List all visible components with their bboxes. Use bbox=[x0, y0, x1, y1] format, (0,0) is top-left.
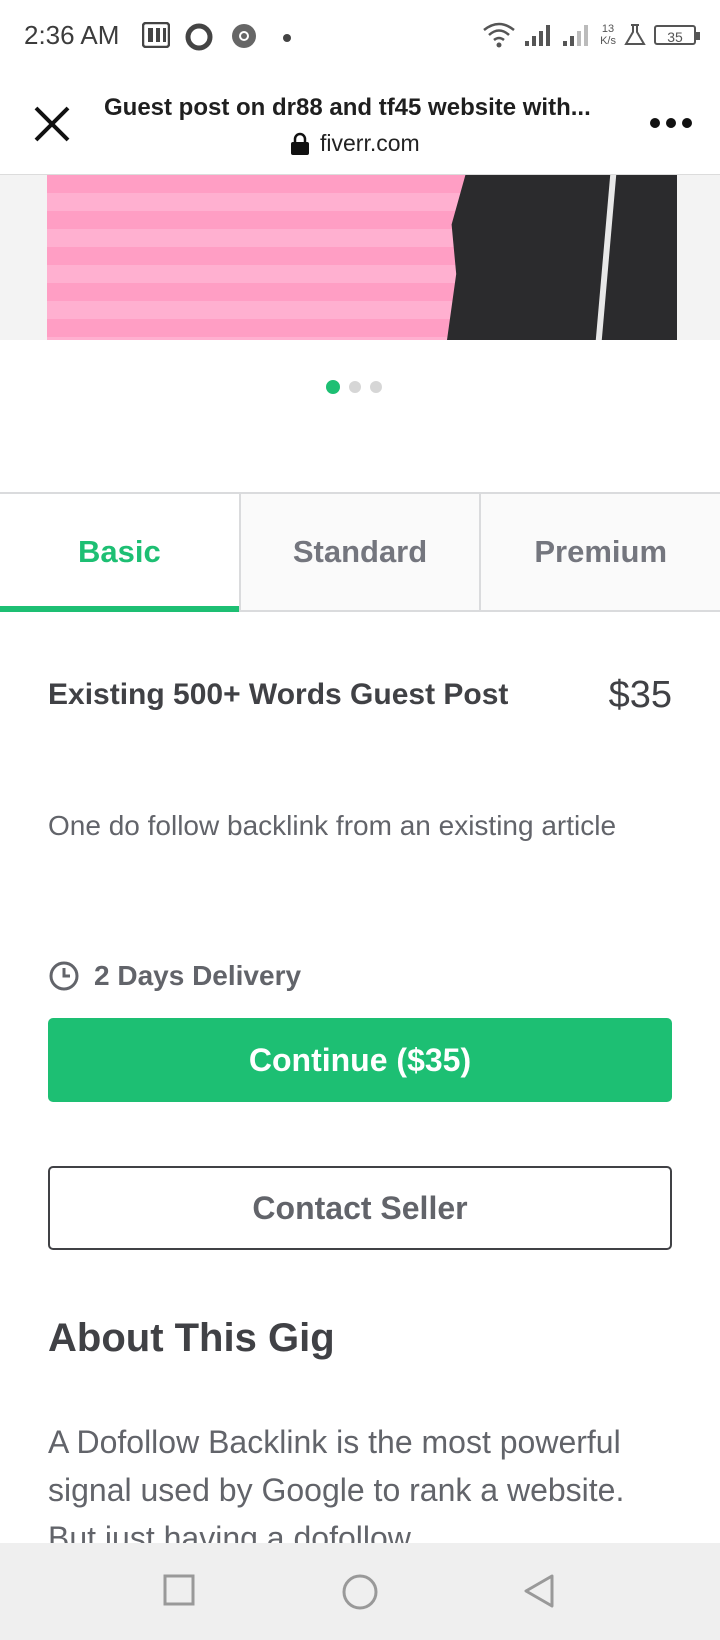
system-nav-bar bbox=[0, 1543, 720, 1640]
gallery-dot-active[interactable] bbox=[326, 380, 340, 394]
delivery-text: 2 Days Delivery bbox=[94, 960, 302, 991]
package-description: One do follow backlink from an existing … bbox=[48, 810, 617, 841]
url-text: fiverr.com bbox=[320, 130, 420, 156]
delivery-info: 2 Days Delivery bbox=[48, 960, 301, 992]
battery-icon: 35 bbox=[654, 25, 700, 45]
tab-basic[interactable]: Basic bbox=[0, 494, 239, 612]
package-tabs: Basic Standard Premium bbox=[0, 492, 720, 612]
status-right: 13 K/s 35 bbox=[482, 18, 700, 52]
package-price: $35 bbox=[608, 674, 672, 716]
network-speed: 13 K/s bbox=[600, 23, 616, 47]
speed-value: 13 bbox=[601, 23, 615, 35]
back-icon[interactable] bbox=[522, 1573, 556, 1609]
sync-icon bbox=[185, 23, 213, 51]
page-title: Guest post on dr88 and tf45 website with… bbox=[104, 94, 591, 121]
home-icon[interactable] bbox=[341, 1573, 379, 1611]
dot-icon bbox=[283, 34, 291, 42]
clock-icon bbox=[49, 961, 79, 991]
pi-icon bbox=[142, 22, 170, 48]
status-bar: 2:36 AM 13 K/s 35 bbox=[0, 0, 720, 76]
contact-seller-button[interactable]: Contact Seller bbox=[48, 1166, 672, 1250]
status-time: 2:36 AM bbox=[24, 20, 120, 50]
more-menu-icon[interactable] bbox=[650, 118, 692, 128]
browser-toolbar: Guest post on dr88 and tf45 website with… bbox=[0, 76, 720, 175]
jacket-photo bbox=[447, 175, 677, 340]
wifi-icon bbox=[483, 22, 515, 48]
recents-icon[interactable] bbox=[162, 1573, 196, 1607]
gallery-dot[interactable] bbox=[349, 381, 361, 393]
gig-image bbox=[47, 175, 677, 340]
url-display[interactable]: fiverr.com bbox=[290, 130, 420, 157]
chrome-icon bbox=[232, 24, 256, 48]
about-text: A Dofollow Backlink is the most powerful… bbox=[48, 1424, 625, 1543]
flask-icon bbox=[624, 24, 646, 45]
signal-icon-2 bbox=[563, 25, 589, 46]
gallery-dot[interactable] bbox=[370, 381, 382, 393]
about-title: About This Gig bbox=[48, 1316, 335, 1360]
tab-premium[interactable]: Premium bbox=[479, 494, 720, 610]
package-title: Existing 500+ Words Guest Post bbox=[48, 678, 509, 711]
close-icon[interactable] bbox=[30, 102, 74, 146]
lock-icon bbox=[291, 132, 309, 155]
continue-button[interactable]: Continue ($35) bbox=[48, 1018, 672, 1102]
speed-unit: K/s bbox=[600, 35, 616, 47]
signal-icon bbox=[525, 25, 551, 46]
gallery-pagination bbox=[326, 380, 382, 394]
tab-standard[interactable]: Standard bbox=[238, 494, 480, 610]
gig-gallery[interactable] bbox=[0, 175, 720, 340]
